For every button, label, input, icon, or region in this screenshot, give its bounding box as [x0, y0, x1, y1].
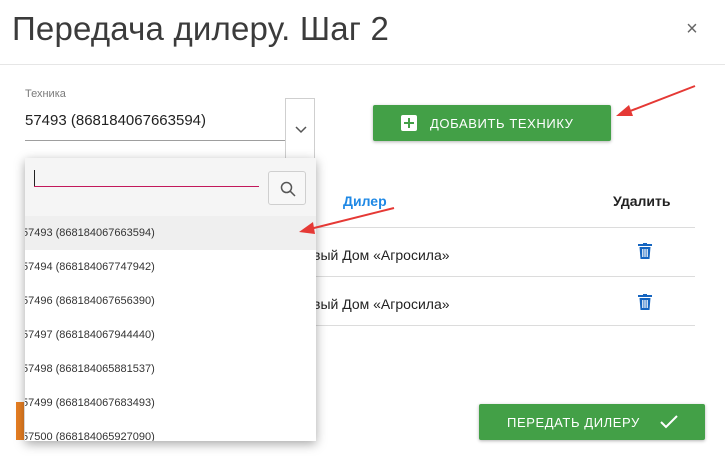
equipment-select-value[interactable]: 57493 (868184067663594)	[25, 112, 206, 129]
close-icon[interactable]: ×	[682, 18, 702, 40]
option-label: 57493 (868184067663594)	[25, 227, 155, 239]
option-label: 57498 (868184065881537)	[25, 363, 155, 375]
option-label: 57496 (868184067656390)	[25, 295, 155, 307]
dropdown-option[interactable]: 57493 (868184067663594)	[25, 216, 316, 250]
table-row-dealer: вый Дом «Агросила»	[313, 296, 450, 312]
dropdown-option[interactable]: 57498 (868184065881537)	[25, 352, 316, 386]
option-label: 57499 (868184067683493)	[25, 397, 155, 409]
dropdown-option[interactable]: 57500 (868184065927090)	[25, 420, 316, 441]
dropdown-search-input[interactable]	[34, 186, 259, 187]
transfer-dialog: Передача дилеру. Шаг 2 × Техника 57493 (…	[0, 0, 725, 460]
search-icon	[280, 181, 296, 197]
equipment-dropdown-panel: 57493 (868184067663594) 57494 (868184067…	[25, 158, 316, 441]
dropdown-search-bar	[25, 158, 316, 217]
dropdown-option[interactable]: 57496 (868184067656390)	[25, 284, 316, 318]
check-icon	[660, 415, 678, 429]
send-to-dealer-label: ПЕРЕДАТЬ ДИЛЕРУ	[507, 415, 640, 430]
equipment-label: Техника	[25, 88, 66, 100]
annotation-arrow	[299, 207, 395, 234]
dialog-title: Передача дилеру. Шаг 2	[12, 10, 390, 47]
orange-tab[interactable]	[16, 402, 24, 440]
annotation-arrow	[616, 85, 696, 116]
chevron-down-icon	[295, 126, 307, 134]
trash-icon[interactable]	[638, 294, 652, 310]
trash-icon[interactable]	[638, 243, 652, 259]
option-label: 57500 (868184065927090)	[25, 431, 155, 441]
dropdown-option[interactable]: 57497 (868184067944440)	[25, 318, 316, 352]
text-cursor	[34, 170, 35, 186]
option-label: 57497 (868184067944440)	[25, 329, 155, 341]
header-divider	[0, 64, 725, 65]
option-label: 57494 (868184067747942)	[25, 261, 155, 273]
add-equipment-button[interactable]: ДОБАВИТЬ ТЕХНИКУ	[373, 105, 611, 141]
table-row-dealer: вый Дом «Агросила»	[313, 247, 450, 263]
column-header-delete: Удалить	[613, 193, 671, 209]
equipment-underline	[25, 140, 287, 141]
search-button[interactable]	[268, 171, 306, 205]
send-to-dealer-button[interactable]: ПЕРЕДАТЬ ДИЛЕРУ	[479, 404, 705, 440]
dropdown-option[interactable]: 57494 (868184067747942)	[25, 250, 316, 284]
equipment-dropdown-toggle[interactable]	[285, 98, 315, 159]
plus-square-icon	[401, 115, 417, 131]
dropdown-option[interactable]: 57499 (868184067683493)	[25, 386, 316, 420]
add-equipment-label: ДОБАВИТЬ ТЕХНИКУ	[430, 116, 574, 131]
